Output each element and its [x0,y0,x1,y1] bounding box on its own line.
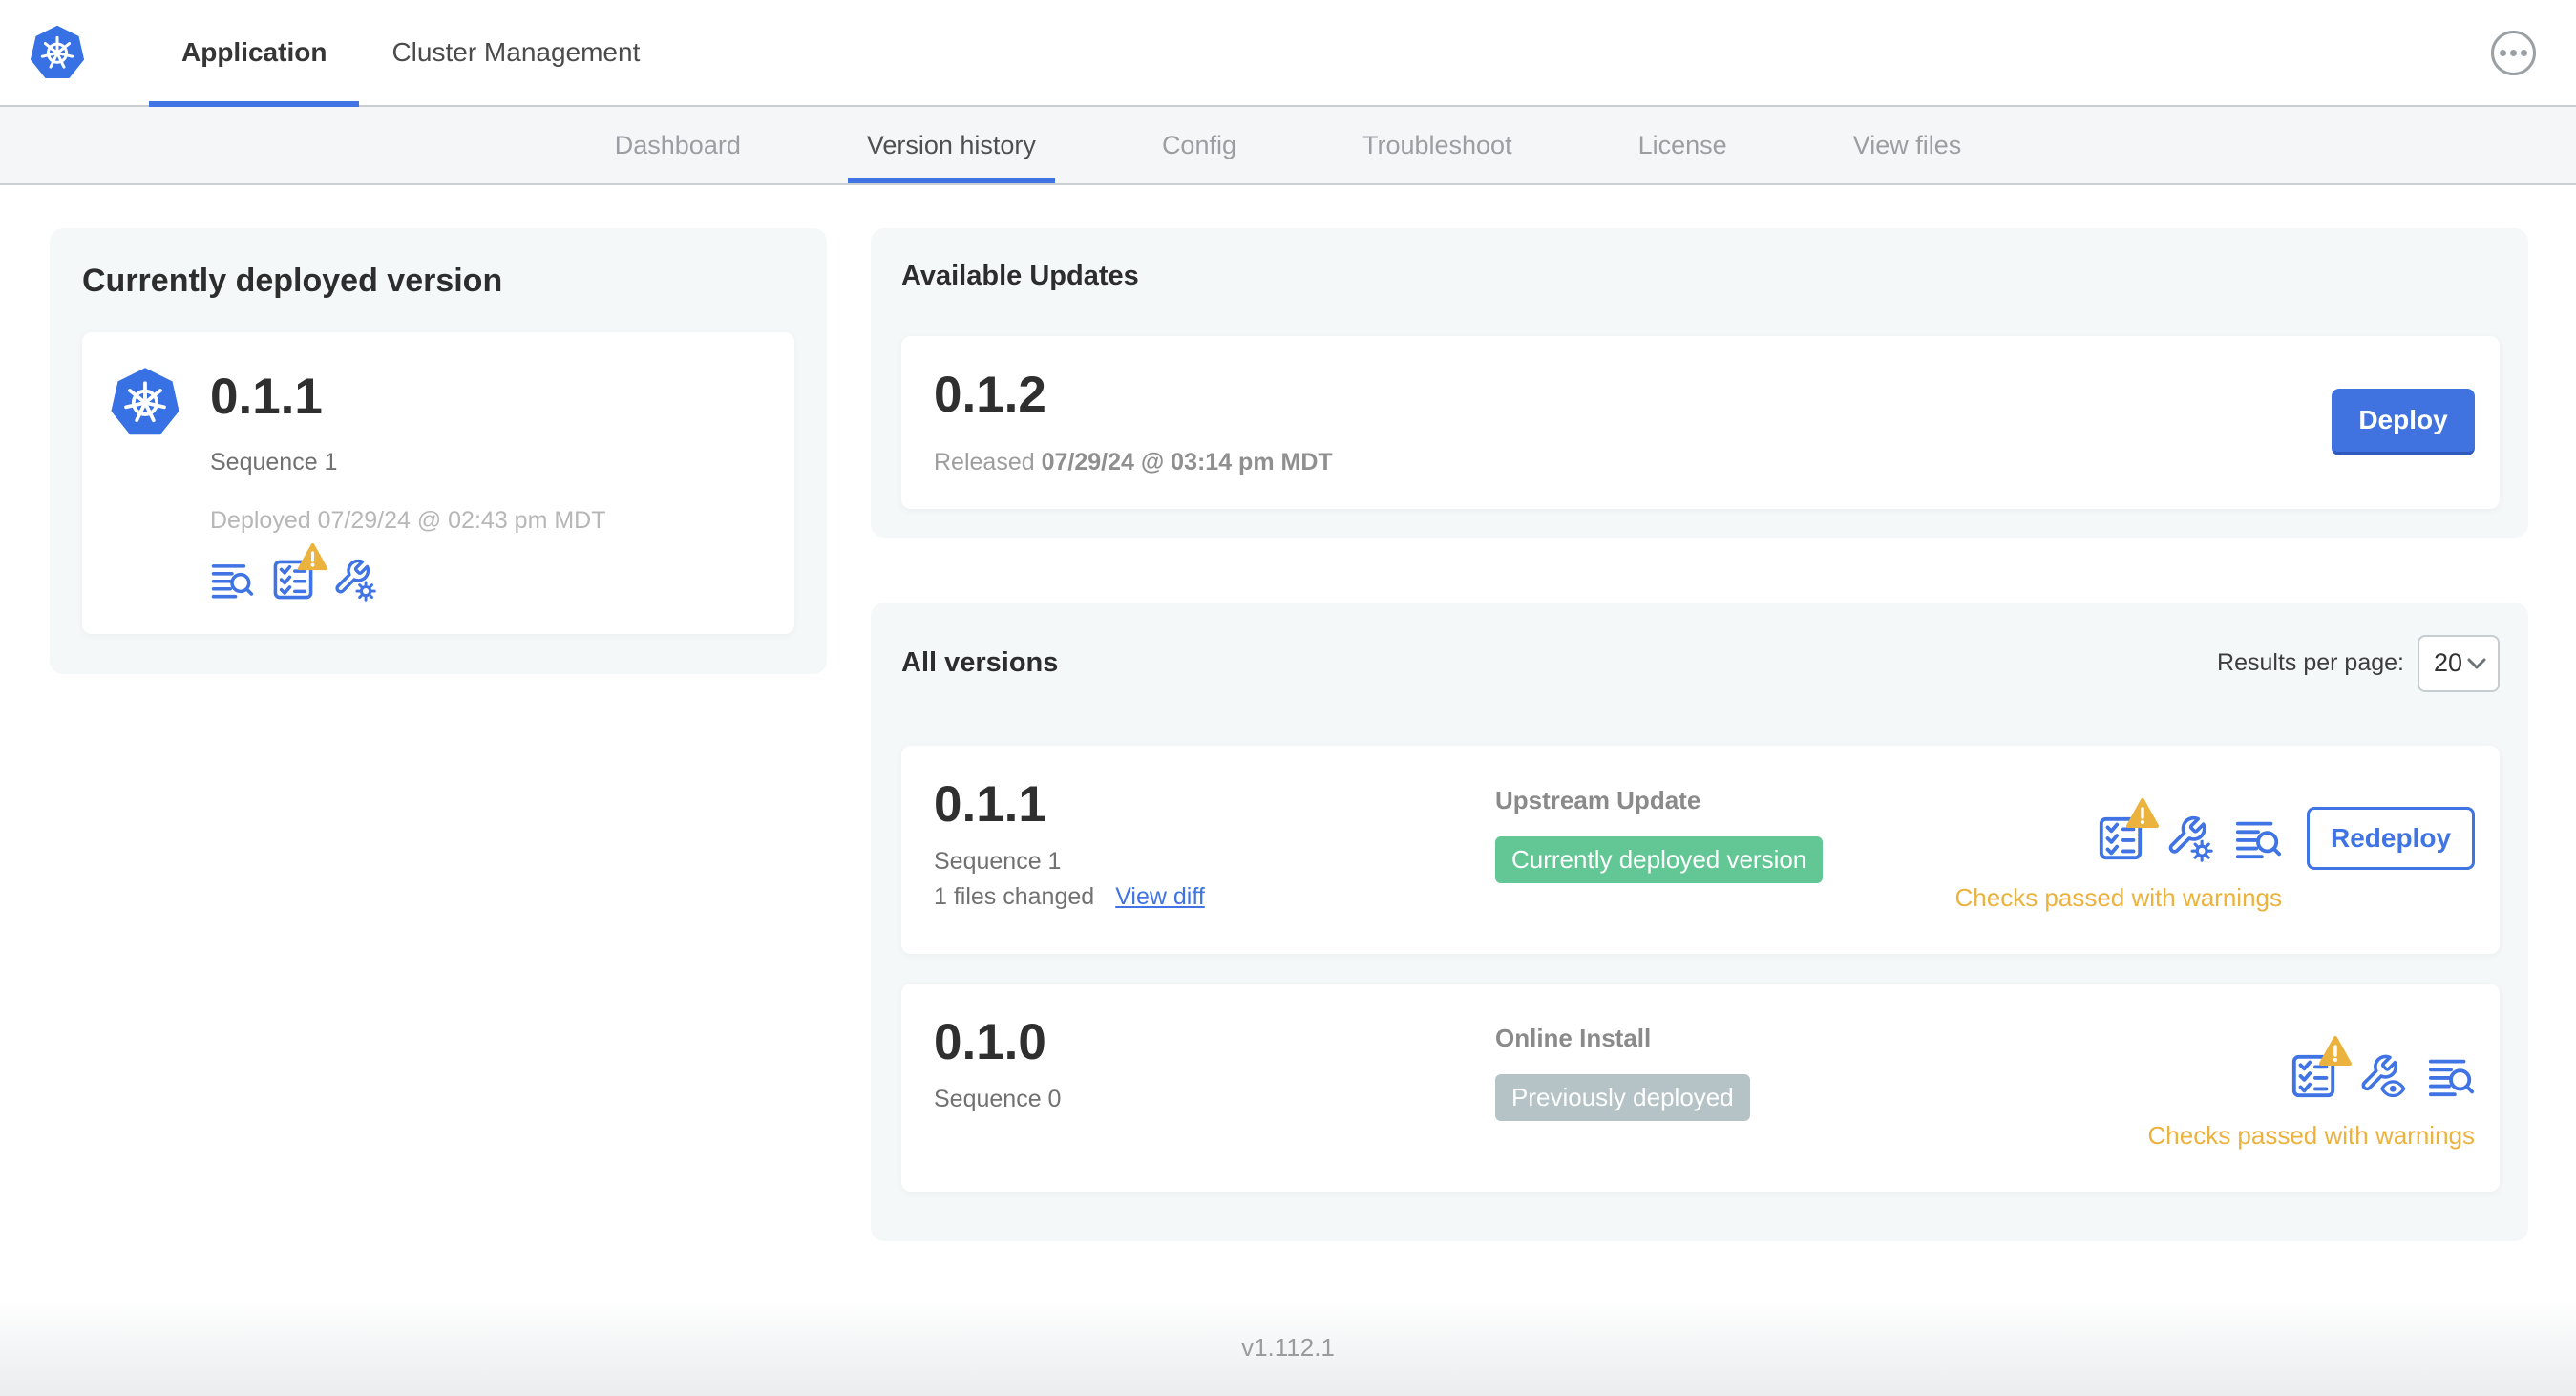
subtab-config[interactable]: Config [1152,107,1246,183]
console-version-label: v1.112.1 [1241,1332,1335,1362]
preflight-status-text: Checks passed with warnings [1954,882,2283,912]
available-updates-title: Available Updates [901,261,1139,291]
tab-application[interactable]: Application [149,0,360,107]
edit-config-icon[interactable] [2165,814,2213,862]
more-options-button[interactable] [2491,30,2536,75]
available-updates-card: Available Updates 0.1.2 Released 07/29/2… [871,228,2528,538]
preflight-checks-icon[interactable] [2097,814,2144,862]
chevron-down-icon [2467,658,2486,669]
deployed-sequence-label: Sequence 1 [210,448,338,476]
deploy-logs-icon[interactable] [210,558,254,602]
version-source-label: Online Install [1495,1023,1652,1052]
row-sequence-label: Sequence 0 [934,1086,1062,1113]
warning-triangle-icon [2318,1035,2353,1068]
files-changed-label: 1 files changed [934,883,1095,911]
version-row: 0.1.0 Sequence 0 Online Install Previous… [901,983,2500,1192]
warning-triangle-icon [297,542,328,572]
status-badge: Previously deployed [1495,1073,1750,1121]
results-per-page-label: Results per page: [2217,649,2404,677]
deployed-timestamp: Deployed 07/29/24 @ 02:43 pm MDT [210,506,606,534]
page-footer: v1.112.1 [0,1299,2576,1396]
deploy-button[interactable]: Deploy [2332,389,2475,456]
row-version-number: 0.1.0 [934,1013,1046,1070]
update-row: 0.1.2 Released 07/29/24 @ 03:14 pm MDT D… [901,336,2500,509]
subtab-troubleshoot[interactable]: Troubleshoot [1353,107,1522,183]
all-versions-card: All versions Results per page: 20 0.1.1 … [871,602,2528,1241]
version-history-content: Currently deployed version 0.1.1 Sequenc… [0,185,2576,1299]
currently-deployed-title: Currently deployed version [82,263,503,299]
preflight-checks-icon[interactable] [2290,1052,2337,1100]
status-badge: Currently deployed version [1495,835,1824,883]
results-per-page-select[interactable]: 20 [2418,634,2500,692]
subtab-dashboard[interactable]: Dashboard [605,107,750,183]
deployed-version-number: 0.1.1 [210,369,323,425]
subtab-license[interactable]: License [1629,107,1737,183]
admin-console-page: Application Cluster Management Dashboard… [0,0,2576,1396]
tab-cluster-management[interactable]: Cluster Management [359,0,672,105]
view-diff-link[interactable]: View diff [1115,883,1205,911]
warning-triangle-icon [2125,797,2160,830]
ellipsis-icon [2500,49,2506,56]
version-source-label: Upstream Update [1495,785,1701,814]
row-sequence-label: Sequence 1 [934,848,1062,876]
redeploy-button[interactable]: Redeploy [2307,806,2475,870]
row-version-number: 0.1.1 [934,775,1046,833]
preflight-status-text: Checks passed with warnings [2147,1120,2476,1150]
version-row: 0.1.1 Sequence 1 1 files changed View di… [901,745,2500,954]
release-timestamp: Released 07/29/24 @ 03:14 pm MDT [934,448,1333,476]
top-nav-tabs: Application Cluster Management [149,0,672,107]
update-version-number: 0.1.2 [934,367,1046,423]
currently-deployed-card: Currently deployed version 0.1.1 Sequenc… [50,228,827,674]
kubernetes-app-icon [109,365,181,439]
all-versions-title: All versions [901,647,1059,679]
view-config-icon[interactable] [2358,1052,2406,1100]
preflight-checks-icon[interactable] [271,558,315,602]
subtab-version-history[interactable]: Version history [847,107,1056,183]
kubernetes-logo-icon [29,23,86,82]
top-nav: Application Cluster Management [0,0,2576,107]
deploy-logs-icon[interactable] [2427,1052,2475,1100]
app-sub-nav: Dashboard Version history Config Trouble… [0,107,2576,185]
app-logo [29,0,86,105]
deploy-logs-icon[interactable] [2234,814,2282,862]
subtab-view-files[interactable]: View files [1844,107,1972,183]
edit-config-icon[interactable] [332,558,376,602]
deployed-version-card: 0.1.1 Sequence 1 Deployed 07/29/24 @ 02:… [82,332,794,634]
